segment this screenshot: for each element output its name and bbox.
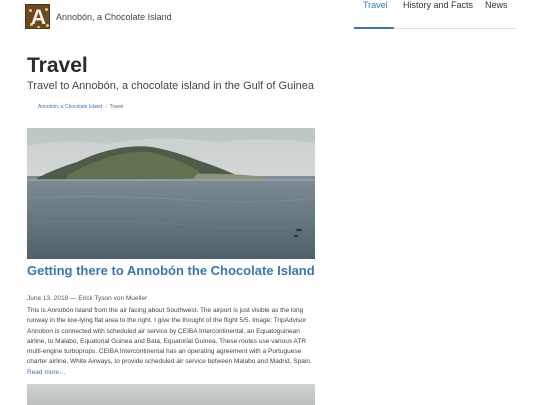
logo-letter: A — [30, 6, 47, 29]
breadcrumb-home-link[interactable]: Annobón, a Chocolate Island — [38, 104, 102, 110]
nav-active-indicator — [354, 27, 394, 29]
nav-item-history-and-facts[interactable]: History and Facts — [403, 0, 473, 10]
page-subtitle: Travel to Annobón, a chocolate island in… — [27, 80, 314, 92]
nav-item-news[interactable]: News — [485, 0, 508, 10]
site-header: A Annobón, a Chocolate Island Travel His… — [0, 0, 540, 36]
article-featured-image[interactable] — [27, 128, 315, 259]
site-logo[interactable]: A — [25, 4, 50, 29]
breadcrumb-current: Travel — [109, 104, 124, 110]
site-name-link[interactable]: Annobón, a Chocolate Island — [56, 12, 172, 22]
breadcrumb: Annobón, a Chocolate Island / Travel — [38, 104, 123, 110]
next-article-image[interactable] — [27, 384, 315, 405]
nav-item-travel[interactable]: Travel — [363, 0, 388, 10]
island-photo — [27, 128, 315, 259]
article-meta: June 13, 2019 — Erick Tyson von Mueller — [27, 295, 148, 302]
page-title: Travel — [27, 54, 88, 77]
read-more-link[interactable]: Read more… — [27, 369, 66, 376]
breadcrumb-separator: / — [105, 104, 107, 110]
article-excerpt-text: This is Annobón Island from the air faci… — [27, 307, 312, 366]
article-excerpt: This is Annobón Island from the air faci… — [27, 306, 319, 378]
article-title-link[interactable]: Getting there to Annobón the Chocolate I… — [27, 263, 327, 278]
